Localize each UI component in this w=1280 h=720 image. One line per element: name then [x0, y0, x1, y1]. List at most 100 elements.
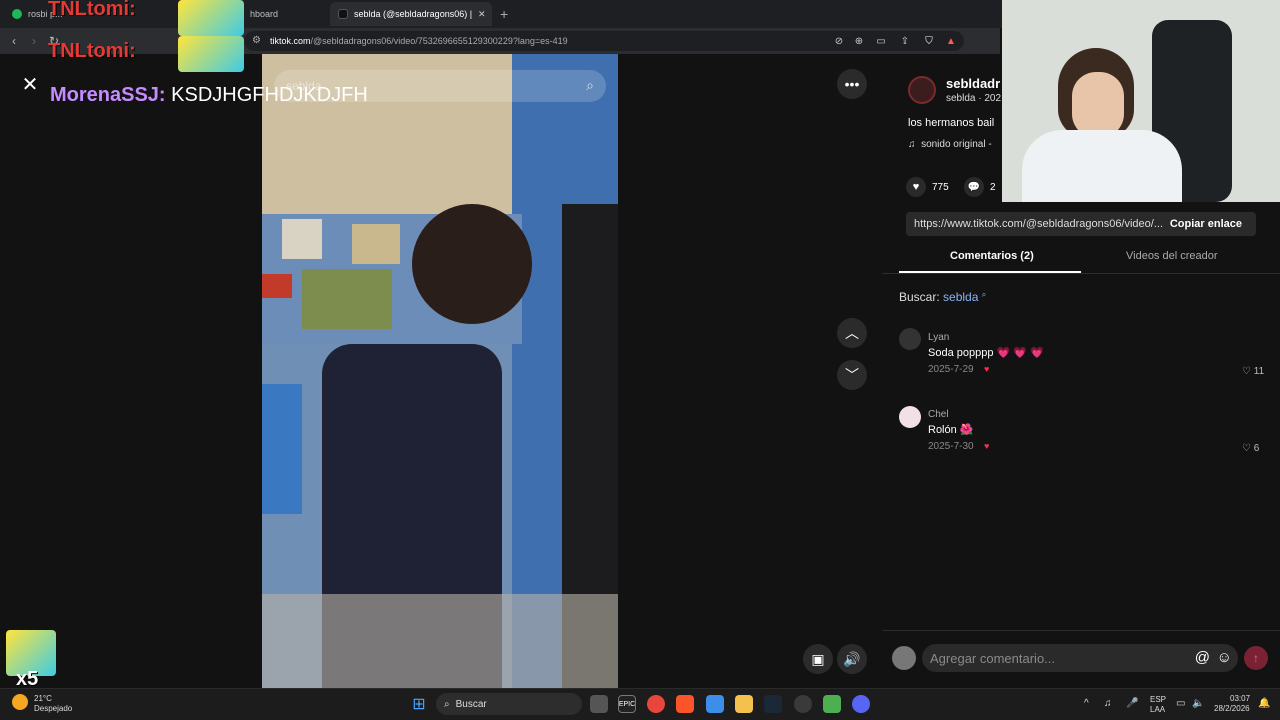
rewards-icon[interactable]: ▲ — [944, 34, 958, 48]
clock-time[interactable]: 03:07 — [1230, 694, 1250, 703]
close-icon[interactable]: ✕ — [20, 74, 40, 96]
commenter-avatar[interactable] — [899, 328, 921, 350]
chat-emote-1 — [178, 0, 244, 36]
tab-tiktok[interactable]: seblda (@sebldadragons06) | ✕ — [330, 2, 492, 26]
creator-username[interactable]: sebldadr — [946, 76, 1000, 91]
tray-overflow-icon[interactable]: ^ — [1084, 698, 1089, 709]
chat-line-3: MorenaSSJ: KSDJHGFHDJKDJFH — [50, 84, 368, 106]
tab-divider — [882, 273, 1280, 274]
emoji-icon[interactable]: ☺ — [1217, 649, 1232, 666]
chat-line-1: TNLtomi: — [48, 0, 136, 20]
comment-like[interactable]: ♡ 6 — [1242, 443, 1259, 454]
obs-icon[interactable] — [794, 695, 812, 713]
commenter-name[interactable]: Lyan — [928, 332, 949, 343]
copy-link-button[interactable]: Copiar enlace — [1170, 218, 1242, 230]
comment-date: 2025-7-30 — [928, 441, 974, 452]
mention-icon[interactable]: @ — [1195, 649, 1210, 666]
comment-like[interactable]: ♡ 11 — [1242, 366, 1264, 377]
language-code[interactable]: ESP — [1150, 695, 1166, 704]
headset-icon[interactable]: ♫ — [1104, 698, 1112, 709]
user-avatar — [892, 646, 916, 670]
shield-icon[interactable]: ⛉ — [922, 34, 936, 48]
next-video-button[interactable]: ﹀ — [837, 360, 867, 390]
heart-outline-icon: ♡ — [1242, 443, 1251, 454]
commenter-avatar[interactable] — [899, 406, 921, 428]
weather-icon — [12, 694, 28, 710]
like-count: 775 — [932, 182, 949, 193]
video-caption: los hermanos bail — [908, 117, 995, 129]
notifications-icon[interactable]: 🔔 — [1258, 698, 1270, 709]
network-icon[interactable]: ▭ — [1176, 698, 1185, 709]
back-icon[interactable]: ‹ — [6, 33, 22, 49]
floor — [262, 594, 618, 688]
microphone-icon[interactable]: 🎤 — [1126, 698, 1138, 709]
creator-avatar[interactable] — [908, 76, 936, 104]
speaker-icon[interactable]: 🔈 — [1192, 698, 1204, 709]
comment-text: Rolón 🌺 — [928, 424, 974, 436]
sticker-2 — [352, 224, 400, 264]
chrome-icon[interactable] — [647, 695, 665, 713]
previous-video-button[interactable]: ︿ — [837, 318, 867, 348]
steam-icon[interactable] — [764, 695, 782, 713]
epic-games-icon[interactable]: EPIC — [618, 695, 636, 713]
heart-outline-icon: ♡ — [1242, 366, 1251, 377]
brave-icon[interactable] — [676, 695, 694, 713]
search-icon[interactable]: ⌕ — [586, 77, 594, 94]
more-options-icon[interactable]: ••• — [837, 69, 867, 99]
file-explorer-icon[interactable] — [735, 695, 753, 713]
tiktok-icon — [338, 9, 348, 19]
tab-creator-videos[interactable]: Videos del creador — [1126, 250, 1218, 262]
send-comment-button[interactable]: ↑ — [1244, 646, 1268, 670]
creator-liked-icon: ♥ — [984, 441, 990, 451]
taskbar-search[interactable]: ⌕ Buscar — [436, 693, 582, 715]
mini-player-icon[interactable]: ▣ — [803, 644, 833, 674]
search-icon: ⌕ — [981, 290, 987, 299]
forward-icon[interactable]: › — [26, 33, 42, 49]
site-info-icon[interactable]: ⚙ — [252, 35, 261, 46]
volume-icon[interactable]: 🔊 — [837, 644, 867, 674]
chat-line-2: TNLtomi: — [48, 40, 136, 62]
music-note-icon: ♫ — [908, 139, 916, 150]
comment-search-row: Buscar: seblda ⌕ — [899, 290, 987, 304]
weather-temp[interactable]: 21°C — [34, 694, 52, 703]
creator-liked-icon: ♥ — [984, 364, 990, 374]
sound-link[interactable]: ♫ sonido original - — [908, 139, 992, 150]
streamer-shirt — [1022, 130, 1182, 202]
windows-start-icon[interactable]: ⊞ — [410, 695, 428, 713]
zoom-icon[interactable]: ⊕ — [852, 34, 866, 48]
weather-desc[interactable]: Despejado — [34, 704, 72, 713]
cast-icon[interactable]: ▭ — [874, 34, 888, 48]
commenter-name[interactable]: Chel — [928, 409, 949, 420]
close-tab-icon[interactable]: ✕ — [478, 9, 486, 20]
chat-emote-2 — [178, 36, 244, 72]
comment-count: 2 — [990, 182, 996, 193]
store-icon[interactable] — [706, 695, 724, 713]
video-player[interactable] — [262, 54, 618, 688]
task-view-icon[interactable] — [590, 695, 608, 713]
active-tab-indicator — [899, 271, 1081, 273]
poster-red — [262, 274, 292, 298]
comment-icon[interactable]: 💬 — [964, 177, 984, 197]
person-hair — [412, 204, 532, 324]
share-link[interactable]: https://www.tiktok.com/@sebldadragons06/… — [914, 218, 1163, 230]
clock-date[interactable]: 28/2/2026 — [1214, 704, 1250, 713]
poster-dragon — [302, 269, 392, 329]
like-icon[interactable]: ♥ — [906, 177, 926, 197]
comment-text: Soda popppp 💗 💗 💗 — [928, 347, 1044, 359]
tab-comments[interactable]: Comentarios (2) — [950, 250, 1034, 262]
streamer-face — [1072, 72, 1124, 138]
language-layout[interactable]: LAA — [1150, 705, 1165, 714]
no-tracking-icon[interactable]: ⊘ — [832, 34, 846, 48]
address-bar-row: ‹ › ↻ ⚙ tiktok.com/@sebldadragons06/vide… — [0, 28, 1000, 54]
discord-icon[interactable] — [852, 695, 870, 713]
spotify-icon — [12, 9, 22, 19]
new-tab-icon[interactable]: + — [500, 6, 508, 22]
webcam-overlay — [1002, 0, 1280, 202]
comment-date: 2025-7-29 — [928, 364, 974, 375]
share-icon[interactable]: ⇪ — [898, 34, 912, 48]
search-icon: ⌕ — [444, 698, 450, 710]
comment-input[interactable]: Agregar comentario... @ ☺ — [922, 644, 1238, 672]
app-icon[interactable] — [823, 695, 841, 713]
search-term-link[interactable]: seblda — [943, 290, 978, 304]
sticker-1 — [282, 219, 322, 259]
